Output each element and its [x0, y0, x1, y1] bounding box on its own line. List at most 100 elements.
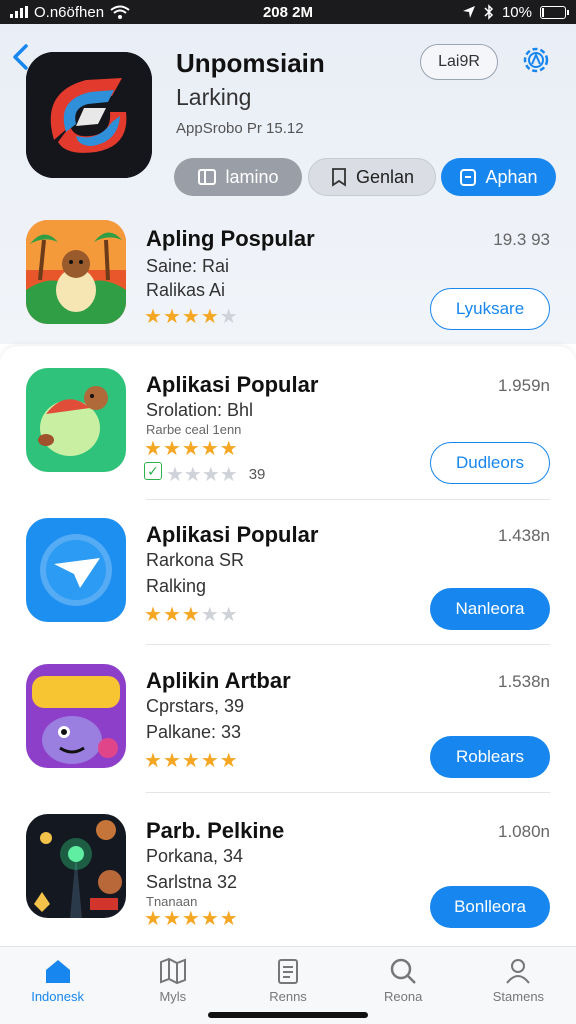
- app-name: Aplikasi Popular: [146, 372, 319, 397]
- star-icon: ★: [162, 908, 181, 930]
- app-size: 19.3 93: [493, 230, 550, 249]
- star-icon: ★: [219, 750, 238, 772]
- search-icon: [390, 958, 417, 984]
- get-button[interactable]: Bonlleora: [430, 886, 550, 928]
- star-icon: ★: [200, 438, 219, 460]
- lock-icon: [460, 169, 477, 186]
- star-icon: ★: [162, 306, 181, 328]
- star-icon: ★: [162, 750, 181, 772]
- page-subtitle: Larking: [176, 84, 252, 110]
- app-icon-bird: [26, 368, 126, 472]
- app-info-line: Porkana, 34: [146, 846, 244, 866]
- featured-app-icon[interactable]: [26, 52, 152, 178]
- tab-label: Indonesk: [31, 989, 84, 1004]
- app-icon-jungle: [26, 220, 126, 324]
- get-button[interactable]: Dudleors: [430, 442, 550, 484]
- app-name: Aplikasi Popular: [146, 522, 319, 547]
- star-icon: ★: [181, 604, 200, 626]
- chip-label: Aphan: [485, 166, 538, 187]
- app-info-line: Ralikas Ai: [146, 280, 226, 300]
- chip-label: Genlan: [355, 166, 415, 187]
- home-indicator: [208, 1012, 368, 1018]
- check-icon: ✓: [144, 462, 162, 480]
- app-info-line: Rarkona SR: [146, 550, 245, 570]
- star-icon: ★: [219, 306, 238, 328]
- app-name: Apling Pospular: [146, 226, 315, 251]
- divider: [146, 499, 550, 500]
- star-icon: ★: [200, 306, 219, 328]
- person-icon: [506, 959, 531, 984]
- star-icon: ★: [144, 306, 162, 328]
- chip-label: lamino: [225, 166, 279, 187]
- page-title: Unpomsiain: [176, 48, 325, 78]
- location-icon: [462, 6, 475, 18]
- app-list: Aplikasi Popular Srolation: Bhl Rarbe ce…: [0, 346, 576, 946]
- app-info-line: Sarlstna 32: [146, 872, 238, 892]
- bookmark-icon: [332, 168, 346, 187]
- tab-indonesk[interactable]: Indonesk: [0, 947, 115, 1024]
- review-count-row: ✓ ★★★★ 39: [144, 462, 265, 487]
- carrier-label: O.n6öfhen: [34, 3, 105, 21]
- app-info-line: Rarbe ceal 1enn: [146, 422, 242, 437]
- star-icon: ★: [200, 908, 219, 930]
- tab-label: Reona: [384, 989, 423, 1004]
- divider: [146, 792, 550, 793]
- star-icon: ★: [219, 604, 238, 626]
- clock: 208 2M: [262, 3, 314, 21]
- star-icon: ★: [181, 750, 200, 772]
- list-item[interactable]: Aplikin Artbar Cprstars, 39 Palkane: 33 …: [0, 664, 576, 812]
- star-icon: ★: [144, 908, 162, 930]
- map-icon: [159, 957, 186, 985]
- app-info-line: Palkane: 33: [146, 722, 242, 742]
- chip-aphan[interactable]: Aphan: [441, 158, 556, 196]
- star-rating: ★ ★ ★ ★ ★: [144, 602, 238, 627]
- book-icon: [198, 169, 217, 185]
- home-icon: [45, 960, 70, 983]
- battery-icon: [540, 5, 569, 19]
- star-icon: ★: [144, 750, 162, 772]
- chip-genlan[interactable]: Genlan: [308, 158, 436, 196]
- app-info-line: Ralking: [146, 576, 207, 596]
- signal-icon: [10, 6, 28, 18]
- tab-label: Myls: [159, 989, 187, 1004]
- gear-icon[interactable]: [518, 42, 554, 78]
- star-icon: ★: [181, 438, 200, 460]
- app-icon-swift: [26, 518, 126, 622]
- star-icon: ★: [144, 438, 162, 460]
- tab-stamens[interactable]: Stamens: [461, 947, 576, 1024]
- star-icon: ★: [200, 750, 219, 772]
- star-icon: ★: [219, 438, 238, 460]
- app-icon-monster: [26, 664, 126, 768]
- header-pill-button[interactable]: Lai9R: [420, 44, 498, 80]
- bluetooth-icon: [484, 4, 494, 20]
- chip-lamino[interactable]: lamino: [174, 158, 302, 196]
- review-count: 39: [248, 466, 266, 483]
- star-rating: ★ ★ ★ ★ ★: [144, 748, 238, 773]
- star-icon: ★: [181, 908, 200, 930]
- star-icon: ★: [181, 306, 200, 328]
- app-size: 1.538n: [498, 672, 550, 691]
- featured-get-button[interactable]: Lyuksare: [430, 288, 550, 330]
- app-name: Aplikin Artbar: [146, 668, 291, 693]
- battery-percent: 10%: [501, 3, 532, 21]
- star-icon: ★: [219, 908, 238, 930]
- app-name: Parb. Pelkine: [146, 818, 285, 843]
- divider: [146, 644, 550, 645]
- page-meta: AppSrobo Pr 15.12: [176, 120, 304, 137]
- wifi-icon: [110, 5, 130, 19]
- list-item[interactable]: Parb. Pelkine Porkana, 34 Sarlstna 32 Tn…: [0, 814, 576, 962]
- tab-label: Stamens: [492, 989, 545, 1004]
- tab-label: Renns: [269, 989, 307, 1004]
- star-icon: ★: [144, 604, 162, 626]
- star-rating: ★ ★ ★ ★ ★: [144, 906, 238, 931]
- get-button[interactable]: Roblears: [430, 736, 550, 778]
- star-icon: ★: [162, 604, 181, 626]
- app-info-line: Srolation: Bhl: [146, 400, 254, 420]
- get-button[interactable]: Nanleora: [430, 588, 550, 630]
- app-icon-party: [26, 814, 126, 918]
- star-icon: ★: [162, 438, 181, 460]
- list-item[interactable]: Aplikasi Popular Srolation: Bhl Rarbe ce…: [0, 368, 576, 516]
- star-rating: ★ ★ ★ ★ ★: [144, 436, 238, 461]
- clipboard-icon: [278, 959, 298, 984]
- app-info-line: Saine: Rai: [146, 256, 230, 276]
